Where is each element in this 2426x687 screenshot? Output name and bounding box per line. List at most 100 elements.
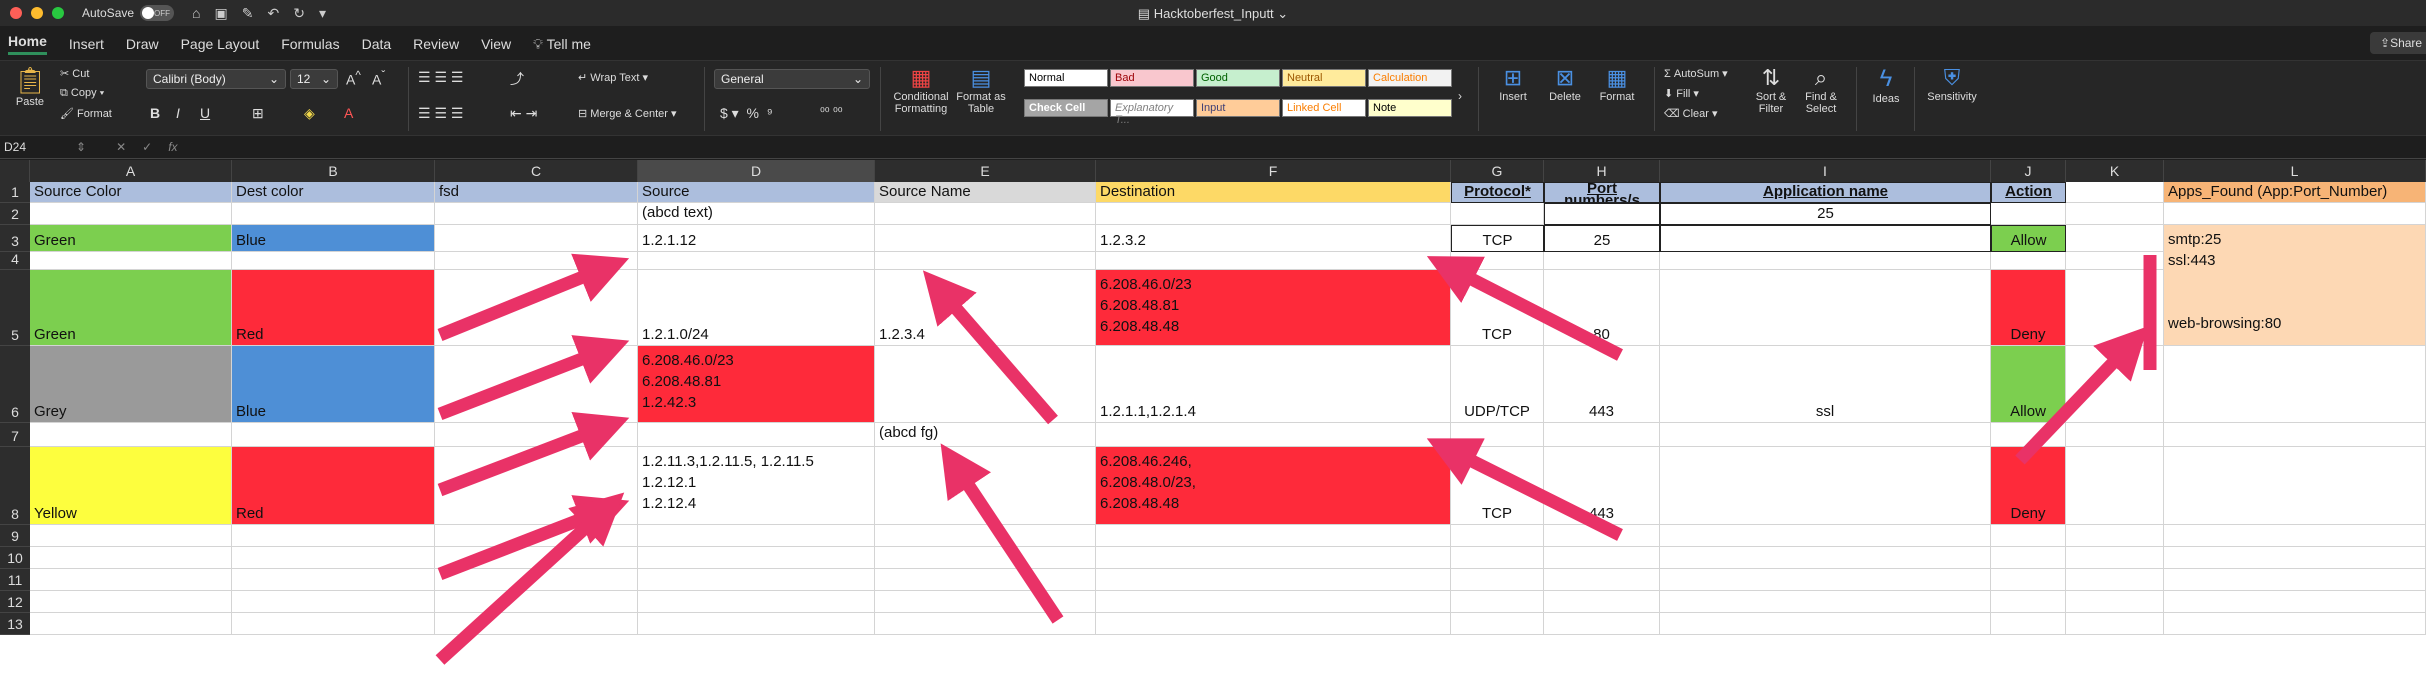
column-header-k[interactable]: K — [2066, 160, 2164, 182]
tab-formulas[interactable]: Formulas — [281, 36, 339, 52]
row-header-6[interactable]: 6 — [0, 346, 30, 423]
cell-i3[interactable] — [1660, 225, 1991, 252]
row-header-2[interactable]: 2 — [0, 203, 30, 225]
find-select-button[interactable]: ⌕ Find & Select — [1798, 65, 1844, 115]
fill-color-icon[interactable]: ◈ — [304, 105, 315, 122]
tell-me-search[interactable]: 💡︎ Tell me — [533, 36, 591, 53]
cell-h5[interactable]: 80 — [1544, 270, 1660, 346]
cell-g7[interactable] — [1451, 423, 1544, 447]
cell-c5[interactable] — [435, 270, 638, 346]
cell-l8[interactable] — [2164, 447, 2426, 525]
cell-k11[interactable] — [2066, 569, 2164, 591]
cell-j5[interactable]: Deny — [1991, 270, 2066, 346]
cell-a4[interactable] — [30, 252, 232, 270]
row-header-10[interactable]: 10 — [0, 547, 30, 569]
cell-i12[interactable] — [1660, 591, 1991, 613]
italic-button[interactable]: I — [176, 105, 180, 121]
insert-cells-button[interactable]: ⊞ Insert — [1488, 65, 1538, 103]
column-header-f[interactable]: F — [1096, 160, 1451, 182]
cell-d13[interactable] — [638, 613, 875, 635]
cell-l13[interactable] — [2164, 613, 2426, 635]
cell-f3[interactable]: 1.2.3.2 — [1096, 225, 1451, 252]
autosave-control[interactable]: AutoSave OFF — [82, 5, 175, 21]
column-header-l[interactable]: L — [2164, 160, 2426, 182]
cell-b4[interactable] — [232, 252, 435, 270]
cell-a13[interactable] — [30, 613, 232, 635]
column-header-j[interactable]: J — [1991, 160, 2066, 182]
cell-j6[interactable]: Allow — [1991, 346, 2066, 423]
cell-a9[interactable] — [30, 525, 232, 547]
cell-e8[interactable] — [875, 447, 1096, 525]
cell-c13[interactable] — [435, 613, 638, 635]
cell-e2[interactable] — [875, 203, 1096, 225]
cell-h8[interactable]: 443 — [1544, 447, 1660, 525]
clear-button[interactable]: ⌫ Clear ▾ — [1664, 107, 1718, 120]
edit-icon[interactable]: ✎ — [242, 5, 254, 22]
column-header-i[interactable]: I — [1660, 160, 1991, 182]
font-name-select[interactable]: Calibri (Body) ⌄ — [146, 69, 286, 89]
style-good[interactable]: Good — [1196, 69, 1280, 87]
cell-d4[interactable] — [638, 252, 875, 270]
number-format-select[interactable]: General ⌄ — [714, 69, 870, 89]
cell-e1[interactable]: Source Name — [875, 182, 1096, 203]
align-left-icon[interactable]: ☰ ☰ ☰ — [418, 105, 463, 122]
cell-k8[interactable] — [2066, 447, 2164, 525]
merge-center-button[interactable]: ⊟ Merge & Center ▾ — [578, 107, 677, 120]
cell-l2[interactable] — [2164, 203, 2426, 225]
tab-page-layout[interactable]: Page Layout — [181, 36, 260, 52]
sensitivity-button[interactable]: ⛨ Sensitivity — [1924, 65, 1980, 103]
bold-button[interactable]: B — [150, 105, 160, 121]
cell-d1[interactable]: Source — [638, 182, 875, 203]
cell-h1[interactable]: Port numbers/s — [1544, 182, 1660, 203]
cell-b5[interactable]: Red — [232, 270, 435, 346]
cell-j12[interactable] — [1991, 591, 2066, 613]
cell-j1[interactable]: Action — [1991, 182, 2066, 203]
cell-f4[interactable] — [1096, 252, 1451, 270]
cancel-icon[interactable]: ✕ — [116, 140, 126, 154]
wrap-text-button[interactable]: ↵ Wrap Text ▾ — [578, 71, 648, 84]
font-color-icon[interactable]: A — [344, 105, 353, 121]
row-header-1[interactable]: 1 — [0, 182, 30, 203]
cell-b3[interactable]: Blue — [232, 225, 435, 252]
cell-e7[interactable]: (abcd fg) — [875, 423, 1096, 447]
cell-k13[interactable] — [2066, 613, 2164, 635]
cell-i7[interactable] — [1660, 423, 1991, 447]
column-header-h[interactable]: H — [1544, 160, 1660, 182]
cell-g2[interactable] — [1451, 203, 1544, 225]
cell-e4[interactable] — [875, 252, 1096, 270]
cell-b11[interactable] — [232, 569, 435, 591]
style-normal[interactable]: Normal — [1024, 69, 1108, 87]
style-note[interactable]: Note — [1368, 99, 1452, 117]
cell-e5[interactable]: 1.2.3.4 — [875, 270, 1096, 346]
cell-k2[interactable] — [2066, 203, 2164, 225]
cell-c8[interactable] — [435, 447, 638, 525]
cell-c10[interactable] — [435, 547, 638, 569]
styles-more-icon[interactable]: › — [1458, 89, 1462, 103]
row-header-11[interactable]: 11 — [0, 569, 30, 591]
cell-c6[interactable] — [435, 346, 638, 423]
cell-a12[interactable] — [30, 591, 232, 613]
cell-k3[interactable] — [2066, 225, 2164, 252]
cell-i5[interactable] — [1660, 270, 1991, 346]
cell-d2[interactable]: (abcd text) — [638, 203, 875, 225]
cell-b7[interactable] — [232, 423, 435, 447]
cell-b2[interactable] — [232, 203, 435, 225]
cell-l11[interactable] — [2164, 569, 2426, 591]
cell-e13[interactable] — [875, 613, 1096, 635]
style-calculation[interactable]: Calculation — [1368, 69, 1452, 87]
cell-j10[interactable] — [1991, 547, 2066, 569]
cell-l7[interactable] — [2164, 423, 2426, 447]
cell-b8[interactable]: Red — [232, 447, 435, 525]
cell-b1[interactable]: Dest color — [232, 182, 435, 203]
cell-h12[interactable] — [1544, 591, 1660, 613]
home-icon[interactable]: ⌂ — [192, 5, 200, 22]
cell-g13[interactable] — [1451, 613, 1544, 635]
cell-f12[interactable] — [1096, 591, 1451, 613]
cell-i2[interactable]: 25 — [1660, 203, 1991, 225]
cell-h13[interactable] — [1544, 613, 1660, 635]
cell-i9[interactable] — [1660, 525, 1991, 547]
cell-i13[interactable] — [1660, 613, 1991, 635]
cell-b12[interactable] — [232, 591, 435, 613]
cell-h4[interactable] — [1544, 252, 1660, 270]
cell-h2[interactable] — [1544, 203, 1660, 225]
